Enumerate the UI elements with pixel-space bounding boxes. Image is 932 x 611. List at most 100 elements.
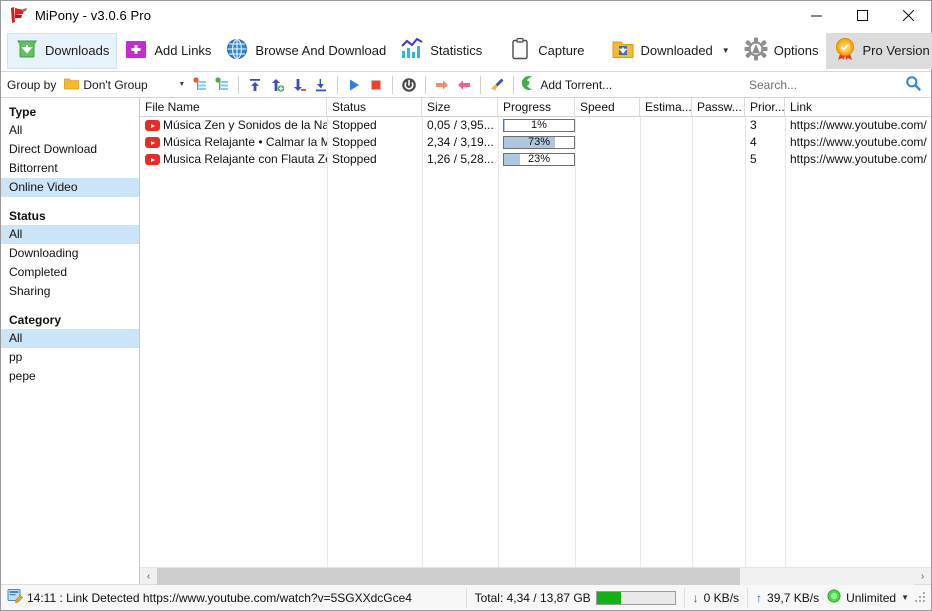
move-to-bottom-icon[interactable] [310, 74, 332, 96]
column-header-link[interactable]: Link [785, 98, 927, 116]
move-left-icon[interactable] [453, 74, 475, 96]
download-speed-group: ↓ 0 KB/s [693, 591, 739, 605]
scroll-right-arrow[interactable]: › [914, 568, 931, 585]
cell-link[interactable]: https://www.youtube.com/w [785, 117, 927, 134]
start-icon[interactable] [343, 74, 365, 96]
cell-file-name[interactable]: Música Relajante • Calmar la M... [140, 134, 327, 151]
cell-status: Stopped [332, 135, 377, 149]
stop-icon[interactable] [365, 74, 387, 96]
chevron-down-icon[interactable]: ▼ [722, 46, 730, 55]
column-header-priority[interactable]: Prior... [745, 98, 785, 116]
download-speed-value: 0 KB/s [703, 590, 740, 605]
table-header: File Name Status Size Progress Speed Est… [140, 98, 931, 117]
toolbar-button-downloaded[interactable]: Downloaded ▼ [604, 33, 737, 69]
move-down-icon[interactable] [288, 74, 310, 96]
sidebar-item-category-pp[interactable]: pp [1, 348, 139, 367]
search-box[interactable] [749, 75, 921, 94]
collapse-all-icon[interactable] [211, 74, 233, 96]
toolbar-label-downloads: Downloads [45, 43, 110, 58]
move-up-icon[interactable] [266, 74, 288, 96]
mipony-logo-icon [9, 6, 29, 24]
log-icon[interactable] [7, 588, 23, 607]
toolbar-button-pro-version[interactable]: Pro Version ▼ [825, 32, 932, 69]
column-header-file-name[interactable]: File Name [140, 98, 327, 116]
sidebar-item-category-all[interactable]: All [1, 329, 139, 348]
clean-icon[interactable] [486, 74, 508, 96]
column-header-password[interactable]: Passw... [692, 98, 745, 116]
sidebar-item-status-completed[interactable]: Completed [1, 263, 139, 282]
chevron-down-icon[interactable]: ▼ [178, 81, 185, 88]
chevron-down-icon[interactable]: ▼ [901, 593, 909, 602]
toolbar-button-options[interactable]: Options [737, 33, 826, 69]
youtube-icon [145, 120, 160, 131]
sidebar-item-status-downloading[interactable]: Downloading [1, 244, 139, 263]
sidebar-item-type-bittorrent[interactable]: Bittorrent [1, 159, 139, 178]
sidebar-item-category-pepe[interactable]: pepe [1, 367, 139, 386]
toolbar-label-pro-version: Pro Version [862, 43, 930, 58]
progress-label: 23% [527, 153, 551, 165]
cell-link[interactable]: https://www.youtube.com/w [785, 134, 927, 151]
window-title: MiPony - v3.0.6 Pro [35, 7, 152, 23]
table-row[interactable]: Musica Relajante con Flauta Ze... Stoppe… [140, 151, 931, 168]
toolbar-label-add-links: Add Links [154, 43, 212, 58]
add-torrent-button[interactable]: Add Torrent... [519, 75, 612, 94]
cell-password [692, 151, 745, 168]
column-header-estimated[interactable]: Estima... [640, 98, 692, 116]
cell-estimated [640, 151, 692, 168]
add-links-icon [124, 37, 148, 64]
table-row[interactable]: Música Zen y Sonidos de la Nat... Stoppe… [140, 117, 931, 134]
toolbar-label-downloaded: Downloaded [640, 43, 713, 58]
close-button[interactable] [885, 1, 931, 30]
horizontal-scrollbar[interactable]: ‹ › [140, 567, 931, 585]
progress-bar: 73% [503, 136, 575, 149]
column-header-speed[interactable]: Speed [575, 98, 640, 116]
table-row[interactable]: Música Relajante • Calmar la M... Stoppe… [140, 134, 931, 151]
power-icon[interactable] [398, 74, 420, 96]
resize-grip[interactable] [915, 591, 927, 604]
grid-line [785, 117, 786, 567]
sidebar-item-type-all[interactable]: All [1, 121, 139, 140]
cell-priority: 5 [750, 152, 757, 166]
toolbar-button-capture[interactable]: Capture [501, 33, 591, 69]
downloads-icon [15, 37, 39, 64]
toolbar-separator [480, 75, 482, 94]
toolbar-separator [513, 75, 515, 94]
group-by-dropdown[interactable]: Don't Group ▼ [64, 75, 189, 95]
sidebar-item-type-online-video[interactable]: Online Video [1, 178, 139, 197]
scrollbar-thumb[interactable] [157, 567, 740, 585]
cell-speed [575, 117, 640, 134]
move-to-top-icon[interactable] [244, 74, 266, 96]
column-header-size[interactable]: Size [422, 98, 498, 116]
minimize-button[interactable] [793, 1, 839, 30]
toolbar-label-statistics: Statistics [430, 43, 483, 58]
sidebar-heading-status: Status [9, 209, 46, 223]
search-icon[interactable] [905, 75, 921, 94]
cell-file-name[interactable]: Musica Relajante con Flauta Ze... [140, 151, 327, 168]
cell-link[interactable]: https://www.youtube.com/w [785, 151, 927, 168]
cell-status: Stopped [332, 118, 377, 132]
sidebar-item-status-sharing[interactable]: Sharing [1, 282, 139, 301]
toolbar-button-downloads[interactable]: Downloads [7, 32, 118, 69]
table-body: Música Zen y Sonidos de la Nat... Stoppe… [140, 117, 931, 567]
cell-estimated [640, 134, 692, 151]
maximize-button[interactable] [839, 1, 885, 30]
sidebar-item-type-direct-download[interactable]: Direct Download [1, 140, 139, 159]
search-input[interactable] [749, 77, 899, 92]
column-header-status[interactable]: Status [327, 98, 422, 116]
sidebar-item-status-all[interactable]: All [1, 225, 139, 244]
grid-line [422, 117, 423, 567]
scrollbar-track[interactable] [157, 567, 914, 585]
speed-limit-dropdown[interactable]: Unlimited ▼ [827, 589, 909, 606]
grid-line [745, 117, 746, 567]
toolbar-button-statistics[interactable]: Statistics [393, 33, 489, 69]
expand-all-icon[interactable] [189, 74, 211, 96]
cell-file-name[interactable]: Música Zen y Sonidos de la Nat... [140, 117, 327, 134]
cell-password [692, 134, 745, 151]
move-right-icon[interactable] [431, 74, 453, 96]
toolbar-button-browse-and-download[interactable]: Browse And Download [218, 33, 393, 69]
column-header-progress[interactable]: Progress [498, 98, 575, 116]
scroll-left-arrow[interactable]: ‹ [140, 568, 157, 585]
cell-speed [575, 134, 640, 151]
toolbar-button-add-links[interactable]: Add Links [117, 33, 218, 69]
